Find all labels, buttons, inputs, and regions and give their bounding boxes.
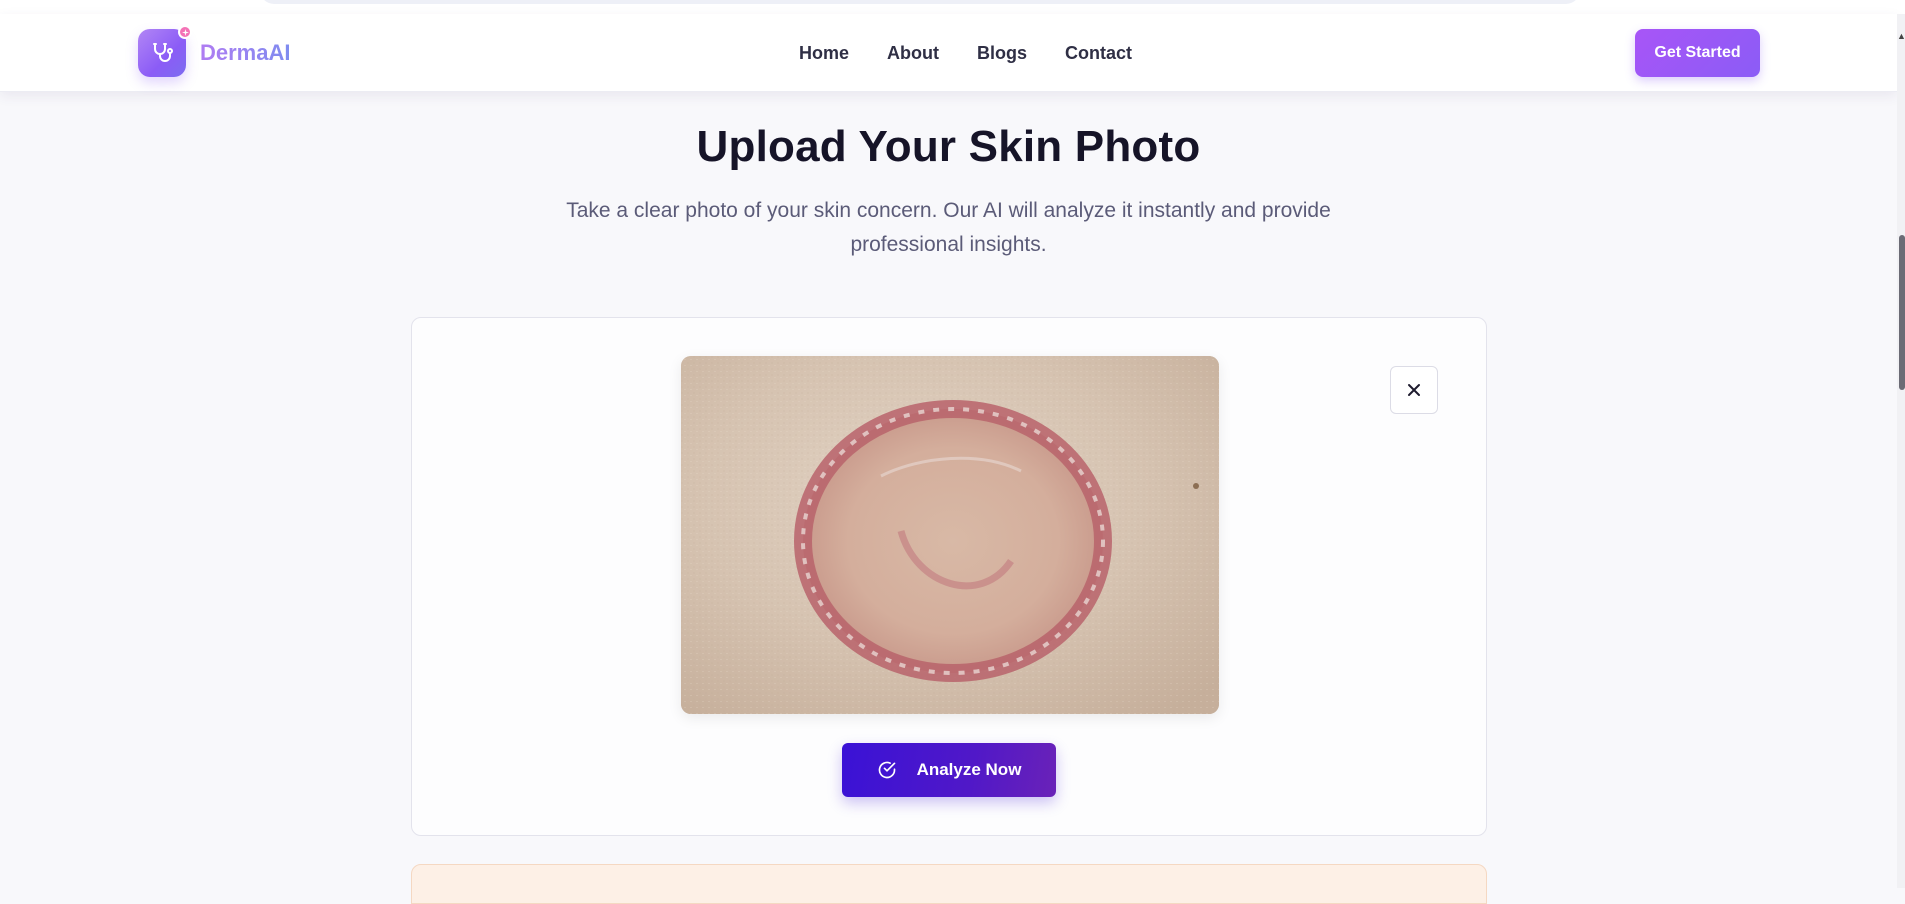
close-icon <box>1408 384 1420 396</box>
remove-photo-button[interactable] <box>1390 366 1438 414</box>
skin-photo <box>681 356 1219 714</box>
disclaimer-box <box>411 864 1487 904</box>
scrollbar-thumb[interactable] <box>1899 235 1905 390</box>
nav-link-home[interactable]: Home <box>799 43 849 64</box>
analyze-now-button[interactable]: Analyze Now <box>842 743 1056 797</box>
stethoscope-icon <box>153 43 173 62</box>
scrollbar[interactable]: ▲ <box>1897 14 1905 888</box>
browser-top-sliver <box>0 0 1905 14</box>
analyze-now-label: Analyze Now <box>916 760 1022 779</box>
main-nav: Home About Blogs Contact <box>799 14 1132 92</box>
page-title: Upload Your Skin Photo <box>696 122 1201 171</box>
brand-name: DermaAI <box>200 40 291 65</box>
address-bar-edge <box>260 0 1580 4</box>
check-circle-icon <box>878 761 895 779</box>
navbar: DermaAI Home About Blogs Contact Get Sta… <box>0 14 1897 92</box>
sparkle-icon <box>178 25 192 39</box>
brand-logo <box>138 25 192 77</box>
skin-photo-preview <box>681 356 1219 714</box>
brand[interactable]: DermaAI <box>138 25 291 77</box>
nav-link-blogs[interactable]: Blogs <box>977 43 1027 64</box>
scroll-up-icon[interactable]: ▲ <box>1897 30 1905 42</box>
get-started-button[interactable]: Get Started <box>1635 29 1760 77</box>
nav-link-contact[interactable]: Contact <box>1065 43 1132 64</box>
upload-card: Analyze Now <box>411 317 1487 836</box>
page-subtitle: Take a clear photo of your skin concern.… <box>566 199 1331 256</box>
nav-link-about[interactable]: About <box>887 43 939 64</box>
hero-section: Upload Your Skin Photo Take a clear phot… <box>0 122 1897 262</box>
